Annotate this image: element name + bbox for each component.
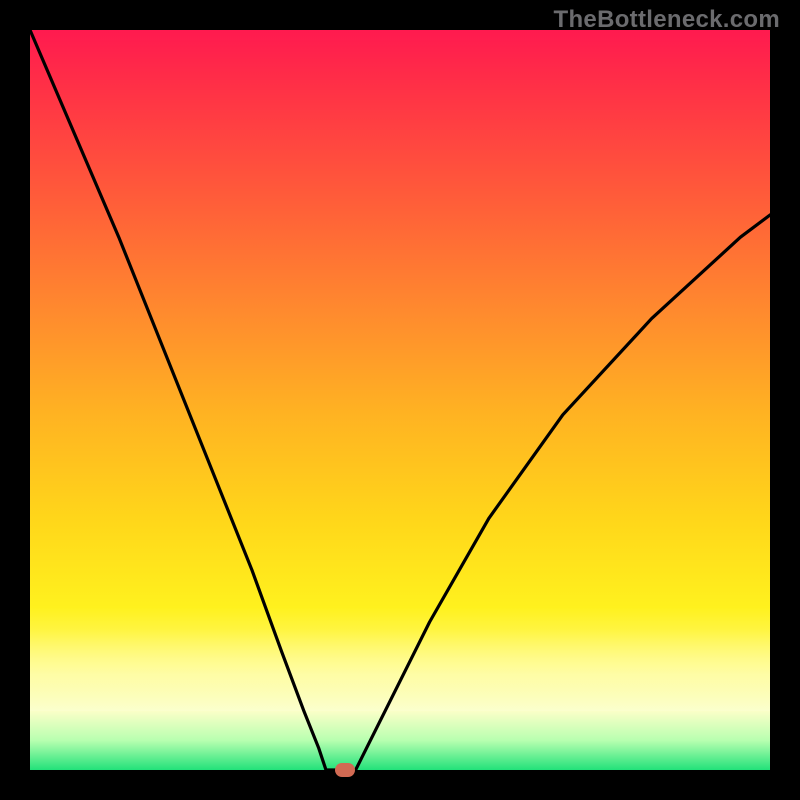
optimal-point-marker: [335, 763, 355, 777]
watermark-text: TheBottleneck.com: [554, 6, 780, 34]
plot-area: [30, 30, 770, 770]
bottleneck-curve: [30, 30, 770, 770]
chart-frame: TheBottleneck.com: [0, 0, 800, 800]
